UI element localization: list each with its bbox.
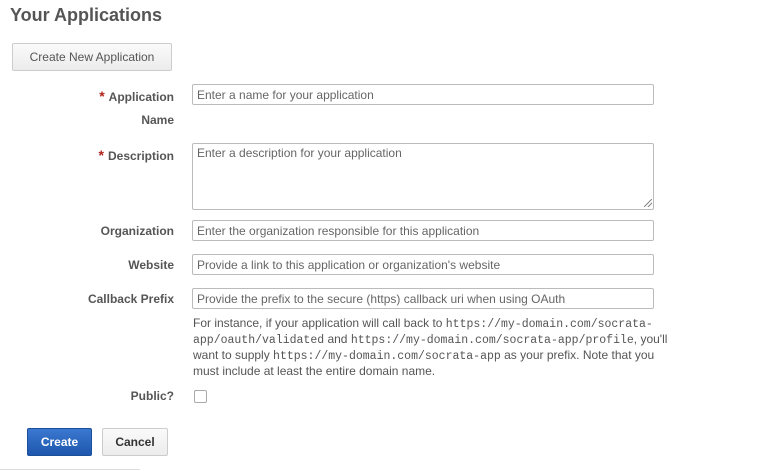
- description-label: * Description: [98, 147, 174, 163]
- organization-label: Organization: [100, 224, 174, 238]
- cancel-button[interactable]: Cancel: [102, 428, 168, 456]
- application-name-label: * Application: [99, 88, 174, 104]
- required-marker: *: [98, 147, 104, 163]
- description-textarea[interactable]: [192, 143, 654, 210]
- create-new-application-button[interactable]: Create New Application: [12, 43, 172, 71]
- callback-prefix-input[interactable]: [192, 288, 654, 309]
- organization-input[interactable]: [192, 220, 654, 241]
- page-title: Your Applications: [10, 5, 163, 25]
- website-label: Website: [128, 258, 174, 272]
- required-marker: *: [99, 88, 105, 104]
- public-label: Public?: [130, 389, 174, 403]
- public-checkbox[interactable]: [194, 390, 207, 403]
- callback-prefix-label: Callback Prefix: [87, 292, 174, 306]
- callback-prefix-help: For instance, if your application will c…: [193, 316, 668, 378]
- application-name-label-line2: Name: [141, 113, 174, 127]
- application-name-input[interactable]: [192, 84, 654, 105]
- website-input[interactable]: [192, 254, 654, 275]
- divider: [0, 469, 140, 470]
- example-url-profile: https://my-domain.com/socrata-app/profil…: [350, 334, 634, 347]
- create-button[interactable]: Create: [27, 428, 92, 456]
- example-prefix: https://my-domain.com/socrata-app: [273, 350, 501, 363]
